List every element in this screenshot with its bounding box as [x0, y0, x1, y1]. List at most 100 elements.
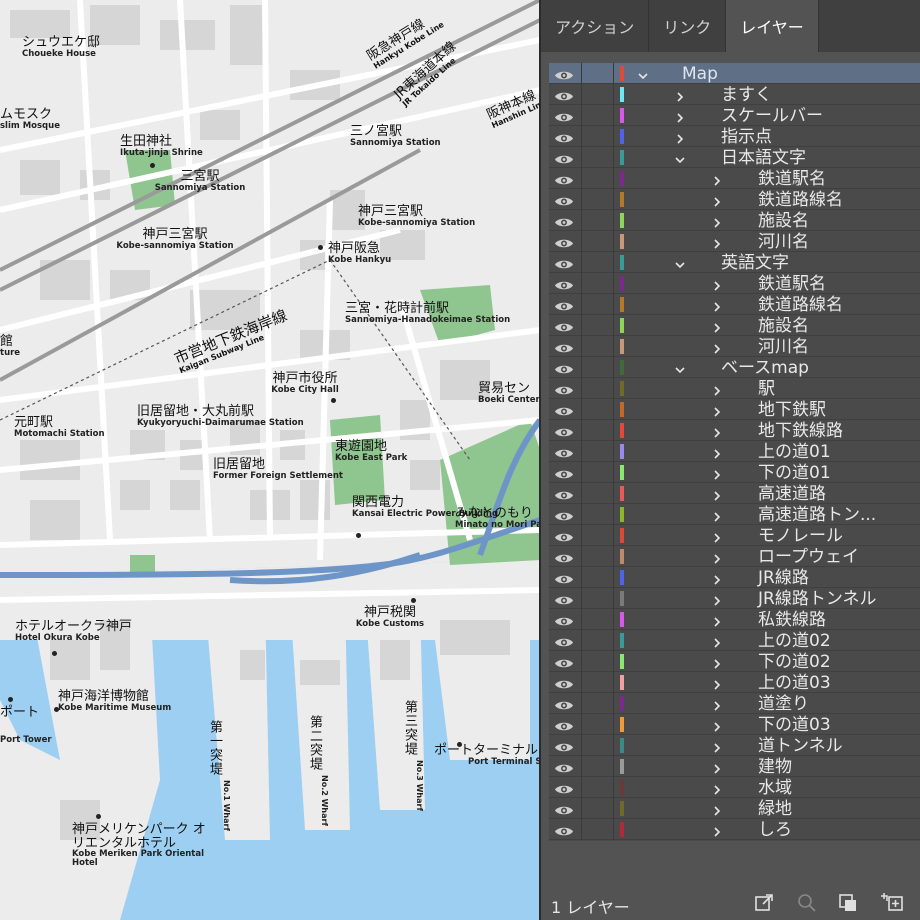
chevron-right-icon[interactable]	[711, 739, 723, 753]
chevron-right-icon[interactable]	[711, 466, 723, 480]
chevron-right-icon[interactable]	[711, 340, 723, 354]
visibility-eye-icon[interactable]	[554, 424, 574, 437]
visibility-eye-icon[interactable]	[554, 550, 574, 563]
visibility-eye-icon[interactable]	[554, 130, 574, 143]
layer-row[interactable]: 地下鉄線路	[549, 420, 920, 441]
chevron-right-icon[interactable]	[711, 235, 723, 249]
chevron-right-icon[interactable]	[711, 697, 723, 711]
chevron-right-icon[interactable]	[711, 613, 723, 627]
layer-row[interactable]: 鉄道路線名	[549, 189, 920, 210]
layer-row[interactable]: ベースmap	[549, 357, 920, 378]
layer-row[interactable]: 下の道03	[549, 714, 920, 735]
layer-row[interactable]: JR線路	[549, 567, 920, 588]
visibility-eye-icon[interactable]	[554, 403, 574, 416]
visibility-eye-icon[interactable]	[554, 592, 574, 605]
visibility-eye-icon[interactable]	[554, 298, 574, 311]
chevron-right-icon[interactable]	[711, 277, 723, 291]
layer-row[interactable]: 下の道02	[549, 651, 920, 672]
new-sublayer-icon[interactable]	[879, 892, 905, 914]
visibility-eye-icon[interactable]	[554, 508, 574, 521]
layer-row[interactable]: 上の道03	[549, 672, 920, 693]
layer-row[interactable]: モノレール	[549, 525, 920, 546]
tab-actions[interactable]: アクション	[541, 0, 650, 52]
layer-row[interactable]: 鉄道駅名	[549, 273, 920, 294]
chevron-down-icon[interactable]	[674, 361, 686, 374]
visibility-eye-icon[interactable]	[554, 466, 574, 479]
visibility-eye-icon[interactable]	[554, 487, 574, 500]
layer-row[interactable]: しろ	[549, 819, 920, 840]
layer-list[interactable]: Map ますく スケールバー 指示点 日本語文字 鉄道駅名 鉄道路線名 施設名 河川名 英語文字鉄…	[549, 63, 920, 841]
visibility-eye-icon[interactable]	[554, 781, 574, 794]
layer-row[interactable]: 日本語文字	[549, 147, 920, 168]
chevron-right-icon[interactable]	[711, 550, 723, 564]
chevron-right-icon[interactable]	[711, 424, 723, 438]
layer-row[interactable]: 指示点	[549, 126, 920, 147]
chevron-right-icon[interactable]	[711, 214, 723, 228]
chevron-right-icon[interactable]	[711, 382, 723, 396]
export-icon[interactable]	[753, 892, 775, 914]
layer-row[interactable]: スケールバー	[549, 105, 920, 126]
visibility-eye-icon[interactable]	[554, 235, 574, 248]
visibility-eye-icon[interactable]	[554, 823, 574, 836]
visibility-eye-icon[interactable]	[554, 88, 574, 101]
chevron-right-icon[interactable]	[711, 487, 723, 501]
visibility-eye-icon[interactable]	[554, 277, 574, 290]
visibility-eye-icon[interactable]	[554, 802, 574, 815]
visibility-eye-icon[interactable]	[554, 634, 574, 647]
layer-row[interactable]: 地下鉄駅	[549, 399, 920, 420]
layer-row[interactable]: 道トンネル	[549, 735, 920, 756]
chevron-right-icon[interactable]	[711, 298, 723, 312]
layer-row[interactable]: 英語文字	[549, 252, 920, 273]
chevron-right-icon[interactable]	[711, 193, 723, 207]
chevron-right-icon[interactable]	[711, 802, 723, 816]
layer-row[interactable]: 施設名	[549, 315, 920, 336]
chevron-right-icon[interactable]	[711, 445, 723, 459]
layer-row[interactable]: 上の道02	[549, 630, 920, 651]
layer-row[interactable]: ますく	[549, 84, 920, 105]
chevron-right-icon[interactable]	[711, 172, 723, 186]
chevron-right-icon[interactable]	[711, 319, 723, 333]
layer-row[interactable]: 建物	[549, 756, 920, 777]
visibility-eye-icon[interactable]	[554, 445, 574, 458]
layer-row[interactable]: JR線路トンネル	[549, 588, 920, 609]
visibility-eye-icon[interactable]	[554, 529, 574, 542]
layer-row[interactable]: 鉄道路線名	[549, 294, 920, 315]
chevron-right-icon[interactable]	[711, 760, 723, 774]
visibility-eye-icon[interactable]	[554, 151, 574, 164]
layer-row[interactable]: 鉄道駅名	[549, 168, 920, 189]
chevron-right-icon[interactable]	[711, 403, 723, 417]
visibility-eye-icon[interactable]	[554, 382, 574, 395]
chevron-right-icon[interactable]	[711, 718, 723, 732]
tab-layers[interactable]: レイヤー	[726, 0, 819, 52]
layer-row[interactable]: 河川名	[549, 231, 920, 252]
visibility-eye-icon[interactable]	[554, 319, 574, 332]
clip-mask-icon[interactable]	[837, 892, 859, 914]
visibility-eye-icon[interactable]	[554, 172, 574, 185]
chevron-right-icon[interactable]	[711, 508, 723, 522]
chevron-right-icon[interactable]	[711, 823, 723, 837]
layer-row[interactable]: 河川名	[549, 336, 920, 357]
visibility-eye-icon[interactable]	[554, 361, 574, 374]
search-icon[interactable]	[796, 892, 818, 914]
chevron-right-icon[interactable]	[711, 529, 723, 543]
layer-row[interactable]: 上の道01	[549, 441, 920, 462]
visibility-eye-icon[interactable]	[554, 256, 574, 269]
chevron-right-icon[interactable]	[674, 109, 686, 123]
tab-links[interactable]: リンク	[649, 0, 727, 52]
chevron-right-icon[interactable]	[711, 571, 723, 585]
chevron-right-icon[interactable]	[711, 655, 723, 669]
visibility-eye-icon[interactable]	[554, 655, 574, 668]
visibility-eye-icon[interactable]	[554, 676, 574, 689]
visibility-eye-icon[interactable]	[554, 193, 574, 206]
chevron-right-icon[interactable]	[674, 88, 686, 102]
visibility-eye-icon[interactable]	[554, 109, 574, 122]
chevron-right-icon[interactable]	[674, 130, 686, 144]
visibility-eye-icon[interactable]	[554, 760, 574, 773]
layer-row[interactable]: 下の道01	[549, 462, 920, 483]
layer-row[interactable]: ロープウェイ	[549, 546, 920, 567]
visibility-eye-icon[interactable]	[554, 718, 574, 731]
chevron-right-icon[interactable]	[711, 781, 723, 795]
visibility-eye-icon[interactable]	[554, 340, 574, 353]
layer-row[interactable]: Map	[549, 63, 920, 84]
layer-row[interactable]: 施設名	[549, 210, 920, 231]
